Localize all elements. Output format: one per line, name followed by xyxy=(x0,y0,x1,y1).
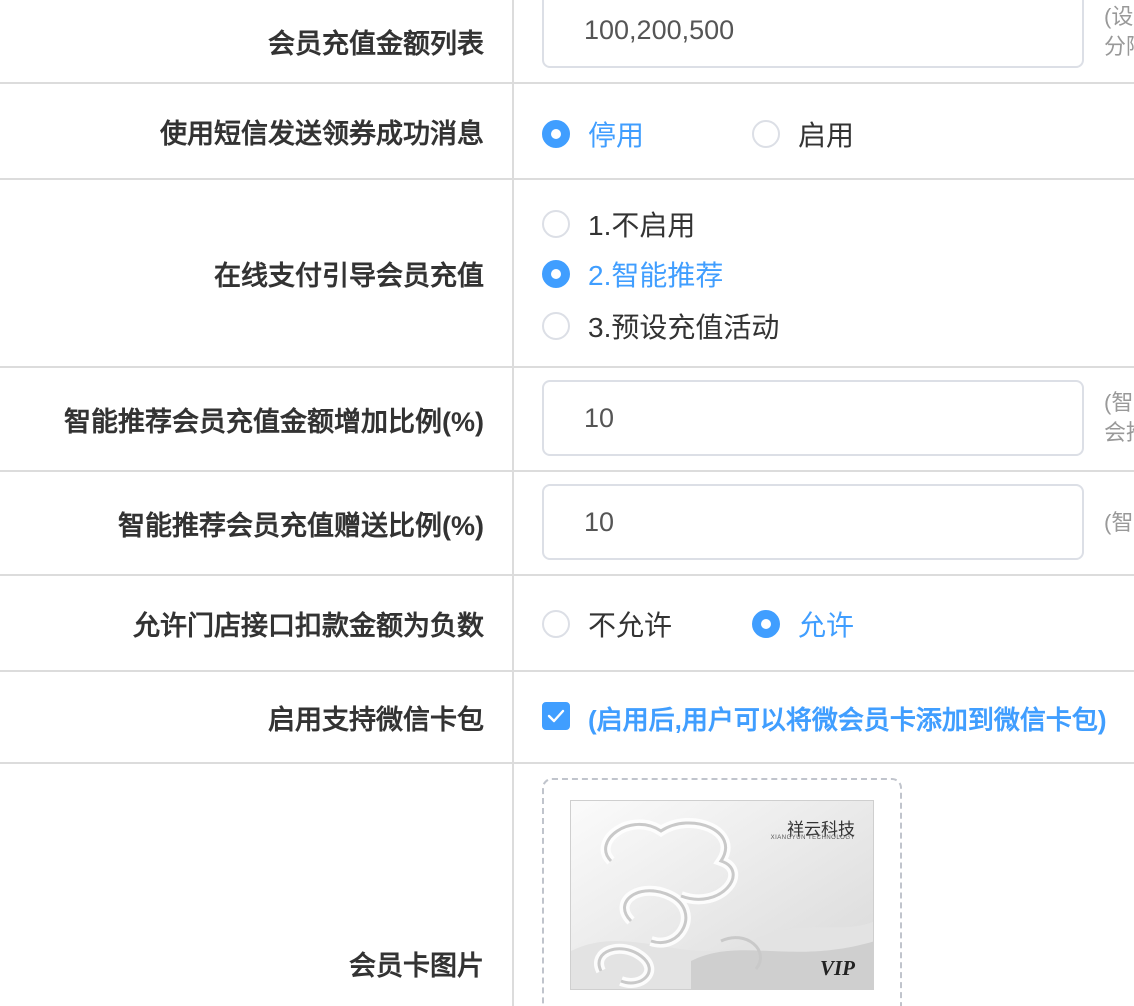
wechat-card-checkbox[interactable] xyxy=(542,702,570,730)
smart-increase-ratio-label: 智能推荐会员充值金额增加比例(%) xyxy=(0,368,514,470)
row-online-pay-guide: 在线支付引导会员充值 1.不启用 2.智能推荐 3.预设充值活动 xyxy=(0,180,1134,368)
row-card-image: 会员卡图片 祥云科技 XIANGYUN TECHNOLOGY VIP xyxy=(0,764,1134,1006)
radio-unchecked-icon xyxy=(542,610,570,638)
radio-checked-icon xyxy=(752,610,780,638)
radio-unchecked-icon xyxy=(542,312,570,340)
smart-bonus-ratio-hint: (智 xyxy=(1104,510,1134,535)
member-card-image: 祥云科技 XIANGYUN TECHNOLOGY VIP xyxy=(570,800,874,990)
row-recharge-amounts: 会员充值金额列表 100,200,500 (设 分隔 xyxy=(0,0,1134,84)
smart-bonus-ratio-label: 智能推荐会员充值赠送比例(%) xyxy=(0,472,514,574)
radio-checked-icon xyxy=(542,120,570,148)
radio-checked-icon xyxy=(542,260,570,288)
card-image-label: 会员卡图片 xyxy=(0,764,514,1006)
settings-form: 会员充值金额列表 100,200,500 (设 分隔 使用短信发送领券成功消息 … xyxy=(0,0,1134,1006)
wechat-card-label: 启用支持微信卡包 xyxy=(0,672,514,762)
sms-coupon-label: 使用短信发送领券成功消息 xyxy=(0,84,514,178)
negative-deduction-radio-disallow[interactable]: 不允许 xyxy=(542,604,672,644)
recharge-amounts-hint: (设 分隔 xyxy=(1104,4,1134,59)
radio-unchecked-icon xyxy=(752,120,780,148)
negative-deduction-radio-allow[interactable]: 允许 xyxy=(752,604,854,644)
smart-increase-ratio-hint: (智 会推 xyxy=(1104,390,1134,445)
checkmark-icon xyxy=(547,709,565,723)
recharge-amounts-input[interactable]: 100,200,500 xyxy=(542,0,1084,68)
recharge-amounts-label: 会员充值金额列表 xyxy=(0,0,514,82)
smart-increase-ratio-input[interactable]: 10 xyxy=(542,380,1084,456)
sms-coupon-radio-disable[interactable]: 停用 xyxy=(542,114,644,154)
card-vip-badge: VIP xyxy=(819,956,855,980)
card-brand-subtitle: XIANGYUN TECHNOLOGY xyxy=(770,835,855,841)
row-negative-deduction: 允许门店接口扣款金额为负数 不允许 允许 xyxy=(0,576,1134,672)
online-pay-guide-radio-off[interactable]: 1.不启用 xyxy=(542,204,695,244)
row-sms-coupon: 使用短信发送领券成功消息 停用 启用 xyxy=(0,84,1134,180)
negative-deduction-label: 允许门店接口扣款金额为负数 xyxy=(0,576,514,670)
row-wechat-card: 启用支持微信卡包 (启用后,用户可以将微会员卡添加到微信卡包) xyxy=(0,672,1134,764)
online-pay-guide-label: 在线支付引导会员充值 xyxy=(0,180,514,366)
row-smart-bonus-ratio: 智能推荐会员充值赠送比例(%) 10 (智 xyxy=(0,472,1134,576)
wechat-card-description: (启用后,用户可以将微会员卡添加到微信卡包) xyxy=(588,705,1107,735)
smart-bonus-ratio-input[interactable]: 10 xyxy=(542,484,1084,560)
card-image-upload[interactable]: 祥云科技 XIANGYUN TECHNOLOGY VIP xyxy=(542,778,902,1006)
online-pay-guide-radio-preset[interactable]: 3.预设充值活动 xyxy=(542,306,779,346)
online-pay-guide-radio-smart[interactable]: 2.智能推荐 xyxy=(542,254,723,294)
row-smart-increase-ratio: 智能推荐会员充值金额增加比例(%) 10 (智 会推 xyxy=(0,368,1134,472)
sms-coupon-radio-enable[interactable]: 启用 xyxy=(752,114,854,154)
radio-unchecked-icon xyxy=(542,210,570,238)
